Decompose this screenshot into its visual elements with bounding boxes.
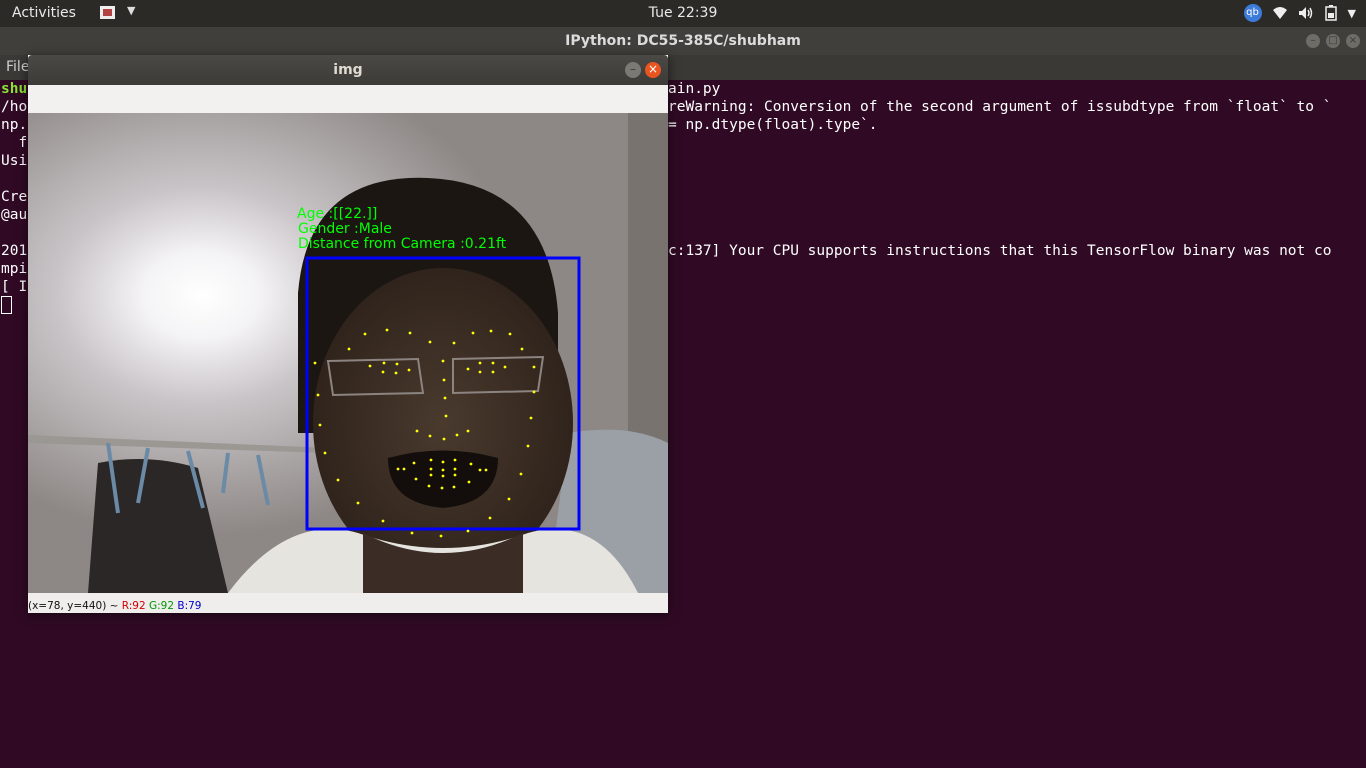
img-window[interactable]: img – × Age:[[22.]] Gender:Male Distan… bbox=[28, 55, 668, 613]
pixel-g-value: G:92 bbox=[149, 600, 175, 612]
clock[interactable]: Tue 22:39 bbox=[0, 5, 1366, 21]
terminal-line-right: c:137] Your CPU supports instructions th… bbox=[668, 243, 1332, 259]
pixel-b-value: B:79 bbox=[177, 600, 202, 612]
terminal-line-left: Usi bbox=[1, 153, 28, 169]
terminal-line-left: /ho bbox=[1, 99, 28, 115]
close-icon[interactable]: × bbox=[1346, 34, 1360, 48]
terminal-title: IPython: DC55-385C/shubham bbox=[565, 33, 801, 49]
terminal-line-left: mpi bbox=[1, 261, 28, 277]
img-window-title: img bbox=[333, 62, 363, 78]
terminal-line-left: 201 bbox=[1, 243, 28, 259]
terminal-line-left: Cre bbox=[1, 189, 28, 205]
minimize-icon[interactable]: – bbox=[1306, 34, 1320, 48]
chevron-down-icon[interactable]: ▼ bbox=[1348, 7, 1356, 20]
top-panel: Activities ▼ Tue 22:39 qb ▼ bbox=[0, 0, 1366, 27]
camera-frame[interactable]: Age :[[22.]] Gender :Male Distance from … bbox=[28, 113, 668, 593]
terminal-line-left: np. bbox=[1, 117, 28, 133]
img-toolbar bbox=[28, 85, 668, 114]
terminal-line-left: f bbox=[1, 135, 28, 151]
terminal-line-right: reWarning: Conversion of the second argu… bbox=[668, 99, 1332, 115]
system-tray[interactable]: qb ▼ bbox=[1243, 3, 1356, 23]
distance-overlay-text: Distance from Camera :0.21ft bbox=[298, 236, 507, 252]
img-window-titlebar[interactable]: img – × bbox=[28, 55, 668, 85]
minimize-icon[interactable]: – bbox=[625, 62, 641, 78]
maximize-icon[interactable]: □ bbox=[1326, 34, 1340, 48]
img-status-bar: (x=78, y=440) ~ R:92 G:92 B:79 bbox=[28, 593, 668, 613]
wifi-icon[interactable] bbox=[1272, 6, 1288, 20]
gender-overlay-text: Gender :Male bbox=[298, 221, 392, 237]
menu-file[interactable]: File bbox=[6, 59, 29, 75]
battery-icon[interactable] bbox=[1324, 5, 1338, 21]
terminal-line-right: ain.py bbox=[668, 81, 721, 97]
terminal-line-left: [ I bbox=[1, 279, 28, 295]
terminal-line-right: = np.dtype(float).type`. bbox=[668, 117, 878, 133]
terminal-line-left: shu bbox=[1, 81, 28, 97]
volume-icon[interactable] bbox=[1298, 6, 1314, 20]
close-icon[interactable]: × bbox=[645, 62, 661, 78]
age-overlay-text: Age :[[22.]] bbox=[297, 206, 377, 222]
terminal-titlebar: IPython: DC55-385C/shubham – □ × bbox=[0, 27, 1366, 55]
camera-image: Age :[[22.]] Gender :Male Distance from … bbox=[28, 113, 668, 593]
terminal-line-left: @au bbox=[1, 207, 28, 223]
pixel-coords: (x=78, y=440) ~ bbox=[28, 600, 122, 612]
qbittorrent-icon[interactable]: qb bbox=[1243, 4, 1262, 22]
terminal-cursor bbox=[1, 296, 12, 314]
pixel-r-value: R:92 bbox=[121, 600, 146, 612]
